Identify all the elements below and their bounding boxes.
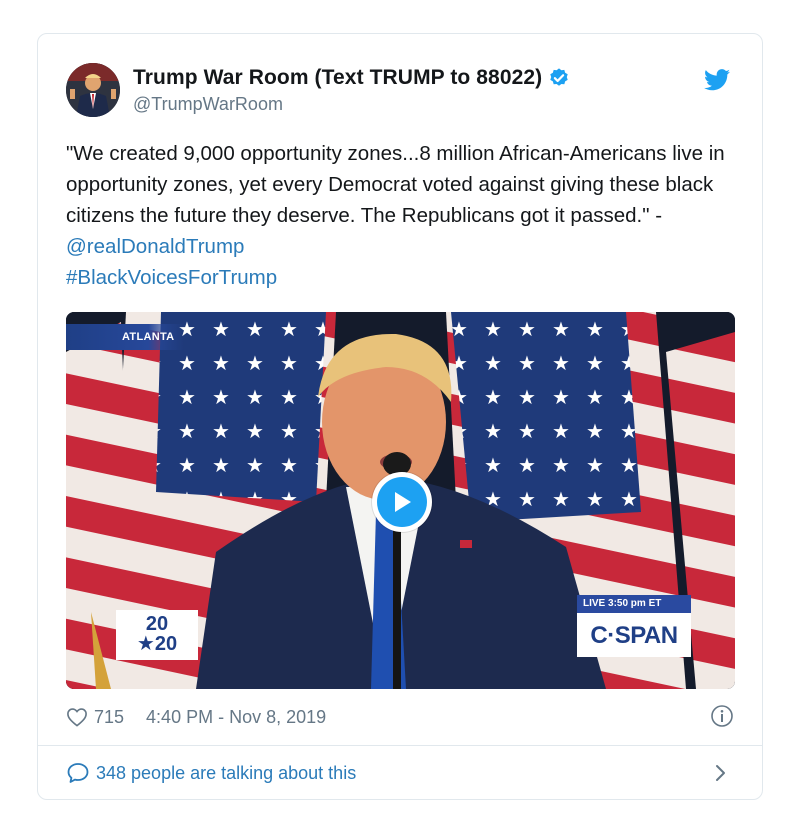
avatar[interactable] [66,63,120,117]
handle[interactable]: @TrumpWarRoom [133,94,570,115]
twitter-bird-icon[interactable] [704,69,730,91]
play-icon [395,492,411,512]
tweet-body: "We created 9,000 opportunity zones...8 … [66,142,725,227]
tweet-meta: 715 4:40 PM - Nov 8, 2019 [66,704,734,730]
play-button[interactable] [372,472,432,532]
info-icon[interactable] [710,704,734,728]
conversation-link[interactable]: 348 people are talking about this [66,760,734,786]
divider [38,745,762,746]
verified-badge-icon [550,68,568,86]
display-name[interactable]: Trump War Room (Text TRUMP to 88022) [133,66,542,90]
heart-icon[interactable] [66,707,88,727]
tweet-card[interactable]: Trump War Room (Text TRUMP to 88022) @Tr… [37,33,763,800]
hashtag-link[interactable]: #BlackVoicesForTrump [66,266,277,289]
tweet-text: "We created 9,000 opportunity zones...8 … [66,138,726,293]
network-logo: C·SPAN [577,613,691,657]
like-count[interactable]: 715 [94,707,124,728]
live-time-badge: LIVE 3:50 pm ET [577,595,691,613]
logo-top-text: 20 [145,613,169,635]
chevron-right-icon[interactable] [714,763,728,783]
speech-bubble-icon [67,763,89,783]
video-player[interactable]: ★ [66,312,735,689]
timestamp[interactable]: 4:40 PM - Nov 8, 2019 [146,707,326,728]
name-block: Trump War Room (Text TRUMP to 88022) @Tr… [133,66,570,115]
campaign-2020-logo: 20 ★20 [116,610,198,660]
conversation-count-text[interactable]: 348 people are talking about this [96,763,356,784]
location-chyron: ATLANTA [66,324,184,350]
tweet-header: Trump War Room (Text TRUMP to 88022) @Tr… [66,61,734,121]
logo-bottom-text: ★20 [136,633,178,655]
mention-link[interactable]: @realDonaldTrump [66,235,244,258]
